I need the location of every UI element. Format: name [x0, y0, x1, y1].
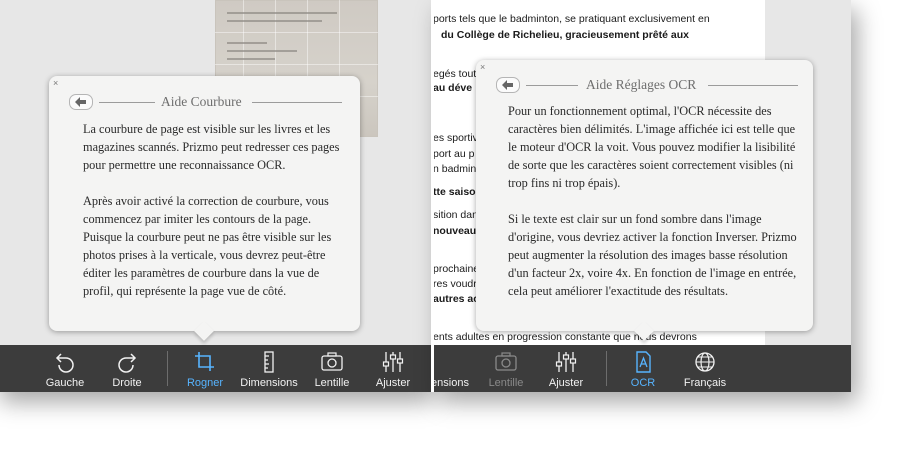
toolbar-lentille-button[interactable]: Lentille — [481, 345, 531, 392]
document-text-line: n badmin — [433, 163, 477, 175]
toolbar-dimensions-button[interactable]: Dimensions — [238, 345, 300, 392]
document-text-line: au déve — [433, 82, 473, 94]
camera-icon — [495, 352, 517, 371]
document-text-line: egés tout — [433, 68, 477, 80]
toolbar-ocr-button[interactable]: OCR — [618, 345, 668, 392]
toolbar-separator — [606, 351, 607, 386]
close-icon[interactable]: × — [480, 62, 485, 72]
document-text-line: du Collège de Richelieu, gracieusement p… — [441, 29, 689, 41]
pane-divider — [431, 0, 434, 392]
toolbar-lentille-button[interactable]: Lentille — [307, 345, 357, 392]
back-button[interactable] — [69, 94, 93, 110]
popover-title: Aide Courbure — [161, 94, 242, 109]
rotate-right-icon — [118, 353, 137, 373]
toolbar-label: Dimensions — [240, 377, 298, 389]
left-toolbar: Gauche Droite Rogner Dimensions Lentille… — [0, 345, 433, 392]
document-text-line: autres ac — [433, 293, 480, 305]
camera-icon — [321, 352, 343, 371]
document-text-line: port au p — [433, 148, 475, 160]
close-icon[interactable]: × — [53, 78, 58, 88]
scan-text-line — [227, 12, 337, 14]
globe-icon — [695, 352, 715, 372]
document-text-line: ents adultes en progression constante qu… — [433, 331, 697, 343]
toolbar-ajuster-button[interactable]: Ajuster — [368, 345, 418, 392]
scan-text-line — [227, 20, 322, 22]
sliders-icon — [555, 352, 577, 372]
help-paragraph: Si le texte est clair sur un fond sombre… — [508, 212, 797, 298]
document-text-line: res voudr — [433, 278, 477, 290]
arrow-left-icon — [75, 97, 86, 107]
popover-title: Aide Réglages OCR — [586, 77, 697, 92]
curvature-help-popover: × Aide Courbure La courbure de page est … — [49, 76, 360, 341]
toolbar-label: ensions — [433, 377, 469, 389]
toolbar-label: Lentille — [488, 377, 524, 389]
crop-icon — [195, 352, 214, 371]
arrow-left-icon — [502, 80, 513, 90]
help-paragraph: Après avoir activé la correction de cour… — [83, 194, 332, 298]
document-text-line: es sportiv — [433, 132, 478, 144]
document-text-line: nouveau — [433, 225, 477, 237]
right-toolbar: ensions Lentille Ajuster OCR Français — [433, 345, 851, 392]
sliders-icon — [382, 352, 404, 372]
back-button[interactable] — [496, 77, 520, 93]
toolbar-label: Droite — [112, 377, 142, 389]
title-rule — [99, 102, 155, 103]
rotate-left-icon — [55, 353, 74, 373]
ocr-document-icon — [636, 351, 651, 373]
popover-body: Pour un fonctionnement optimal, l'OCR né… — [508, 102, 798, 318]
grid-line — [215, 32, 378, 33]
title-rule — [526, 85, 578, 86]
document-text-line: tte saiso — [433, 186, 476, 198]
toolbar-label: Ajuster — [375, 377, 411, 389]
document-text-line: ports tels que le badminton, se pratiqua… — [433, 13, 710, 25]
toolbar-label: Français — [683, 377, 727, 389]
title-rule — [252, 102, 342, 103]
popover-body: La courbure de page est visible sur les … — [83, 120, 345, 318]
toolbar-droite-button[interactable]: Droite — [102, 345, 152, 392]
toolbar-label: Gauche — [45, 377, 85, 389]
toolbar-label: Lentille — [314, 377, 350, 389]
ruler-icon — [264, 351, 274, 373]
help-paragraph: Pour un fonctionnement optimal, l'OCR né… — [508, 104, 796, 190]
grid-line — [215, 64, 378, 65]
toolbar-label: Ajuster — [548, 377, 584, 389]
document-text-line: sition dan — [433, 209, 478, 221]
toolbar-label: OCR — [630, 377, 656, 389]
scan-text-line — [227, 58, 275, 60]
toolbar-label: Rogner — [186, 377, 224, 389]
ocr-settings-help-popover: × Aide Réglages OCR Pour un fonctionneme… — [476, 60, 813, 341]
toolbar-separator — [167, 351, 168, 386]
toolbar-rogner-button[interactable]: Rogner — [180, 345, 230, 392]
toolbar-gauche-button[interactable]: Gauche — [40, 345, 90, 392]
scan-text-line — [227, 42, 267, 44]
toolbar-francais-button[interactable]: Français — [677, 345, 733, 392]
document-text-line: prochaine — [433, 263, 480, 275]
toolbar-ajuster-button[interactable]: Ajuster — [541, 345, 591, 392]
title-rule — [708, 85, 798, 86]
toolbar-dimensions-button[interactable]: ensions — [433, 345, 475, 392]
scan-text-line — [227, 50, 297, 52]
help-paragraph: La courbure de page est visible sur les … — [83, 122, 340, 172]
